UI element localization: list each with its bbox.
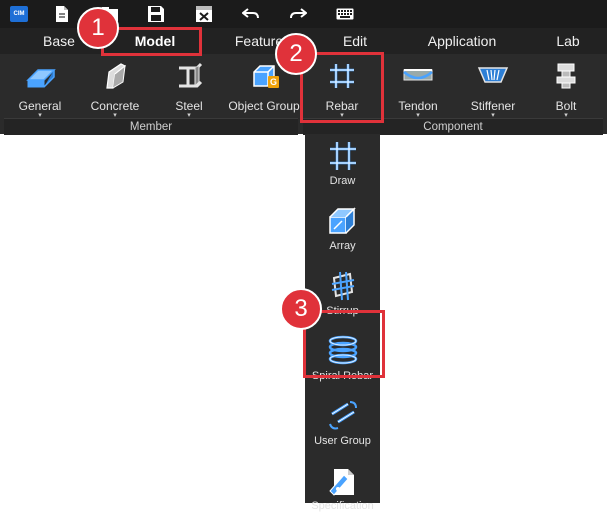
member-group-label: Member xyxy=(4,118,298,135)
callout-badge-3: 3 xyxy=(280,288,322,330)
object-group-badge-letter: G xyxy=(269,77,277,87)
object-group-label: Object Group xyxy=(228,99,300,113)
menu-item-specification[interactable]: Specification xyxy=(305,459,380,521)
tab-application[interactable]: Application xyxy=(420,28,504,54)
tab-edit[interactable]: Edit xyxy=(333,28,377,54)
stiffener-icon xyxy=(477,62,509,90)
concrete-column-icon xyxy=(99,62,131,90)
specification-icon xyxy=(326,465,360,497)
bolt-icon xyxy=(550,62,582,90)
menu-item-label: Array xyxy=(329,240,356,252)
array-icon xyxy=(326,205,360,237)
bolt-button[interactable]: Bolt ▾ xyxy=(540,58,592,119)
steel-beam-icon xyxy=(173,62,205,90)
undo-icon[interactable] xyxy=(241,4,261,24)
steel-button[interactable]: Steel ▾ xyxy=(160,58,218,119)
menu-item-label: User Group xyxy=(314,435,371,447)
callout-badge-2: 2 xyxy=(275,33,317,75)
app-logo-text: CIM xyxy=(10,6,28,22)
menu-item-label: Draw xyxy=(329,175,356,187)
general-button[interactable]: General ▾ xyxy=(10,58,70,119)
redo-icon[interactable] xyxy=(288,4,308,24)
menu-item-user-group[interactable]: User Group xyxy=(305,394,380,456)
close-file-icon[interactable] xyxy=(194,4,214,24)
draw-rebar-icon xyxy=(326,140,360,172)
concrete-button[interactable]: Concrete ▾ xyxy=(84,58,146,119)
keyboard-icon[interactable] xyxy=(335,4,355,24)
menu-item-array[interactable]: Array xyxy=(305,199,380,261)
user-group-icon xyxy=(326,400,360,432)
new-file-icon[interactable] xyxy=(52,4,72,24)
menu-item-draw[interactable]: Draw xyxy=(305,134,380,196)
general-shape-icon xyxy=(24,62,56,90)
menu-item-label: Specification xyxy=(311,500,374,512)
stirrup-icon xyxy=(326,270,360,302)
tendon-icon xyxy=(402,62,434,90)
tab-lab[interactable]: Lab xyxy=(550,28,586,54)
stiffener-button[interactable]: Stiffener ▾ xyxy=(462,58,524,119)
object-group-icon: G xyxy=(248,62,280,90)
tendon-button[interactable]: Tendon ▾ xyxy=(388,58,448,119)
app-logo-icon[interactable]: CIM xyxy=(9,4,29,24)
tab-base[interactable]: Base xyxy=(35,28,83,54)
callout-badge-1: 1 xyxy=(77,7,119,49)
save-icon[interactable] xyxy=(146,4,166,24)
